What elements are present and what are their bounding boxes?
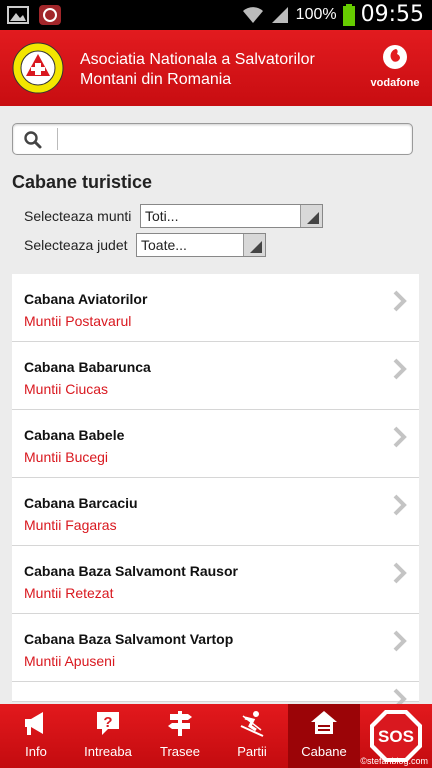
cabane-list: Cabana Aviatorilor Muntii Postavarul Cab… <box>12 274 419 710</box>
judet-select[interactable]: Toate... <box>136 233 266 257</box>
nav-label: Partii <box>237 744 267 759</box>
app-title: Asociatia Nationala a Salvatorilor Monta… <box>80 51 315 88</box>
svg-text:?: ? <box>103 714 112 731</box>
dropdown-arrow-icon <box>243 234 265 256</box>
item-subtitle: Muntii Apuseni <box>24 653 116 669</box>
search-box[interactable] <box>12 123 413 155</box>
search-divider <box>57 128 58 150</box>
question-icon: ? <box>97 712 119 735</box>
nav-trasee[interactable]: Trasee <box>144 704 216 768</box>
chevron-right-icon <box>393 494 407 516</box>
wifi-icon <box>242 6 263 23</box>
munti-select[interactable]: Toti... <box>140 204 323 228</box>
munti-select-value: Toti... <box>145 208 179 224</box>
chevron-right-icon <box>393 630 407 652</box>
chevron-right-icon <box>393 562 407 584</box>
nav-label: Cabane <box>301 744 347 759</box>
item-subtitle: Muntii Bucegi <box>24 449 109 465</box>
item-subtitle: Muntii Ciucas <box>24 381 109 397</box>
item-title: Cabana Babele <box>24 427 125 443</box>
skier-icon <box>240 711 264 737</box>
vodafone-icon <box>383 45 407 69</box>
item-subtitle: Muntii Retezat <box>24 585 114 601</box>
page-title: Cabane turistice <box>12 172 153 192</box>
item-title: Cabana Baza Salvamont Rausor <box>24 563 238 579</box>
judet-filter-label: Selecteaza judet <box>24 237 128 253</box>
battery-icon <box>342 3 355 26</box>
vodafone-logo: vodafone <box>370 44 420 89</box>
item-title: Cabana Baza Salvamont Vartop <box>24 631 234 647</box>
list-item[interactable]: Cabana Babele Muntii Bucegi <box>12 410 419 478</box>
list-item[interactable]: Cabana Baza Salvamont Rausor Muntii Rete… <box>12 546 419 614</box>
sos-label: SOS <box>378 727 414 746</box>
list-item[interactable]: Cabana Barcaciu Muntii Fagaras <box>12 478 419 546</box>
battery-percent: 100% <box>295 5 337 23</box>
nav-label: Info <box>25 744 47 759</box>
item-subtitle: Muntii Fagaras <box>24 517 117 533</box>
signal-icon <box>271 6 288 23</box>
munti-filter-label: Selecteaza munti <box>24 208 132 224</box>
gallery-icon <box>7 6 29 24</box>
item-title: Cabana Babarunca <box>24 359 151 375</box>
list-item[interactable]: Cabana Babarunca Muntii Ciucas <box>12 342 419 410</box>
signpost-icon <box>168 711 192 736</box>
app-header: Asociatia Nationala a Salvatorilor Monta… <box>0 30 432 106</box>
megaphone-icon <box>25 712 43 735</box>
item-subtitle: Muntii Postavarul <box>24 313 132 329</box>
item-title: Cabana Aviatorilor <box>24 291 148 307</box>
dropdown-arrow-icon <box>300 205 322 227</box>
chevron-right-icon <box>393 426 407 448</box>
status-bar: 100% 09:55 <box>0 0 432 30</box>
search-icon <box>24 131 42 149</box>
list-item[interactable]: Cabana Aviatorilor Muntii Postavarul <box>12 274 419 342</box>
list-item-partial[interactable] <box>12 682 419 710</box>
judet-select-value: Toate... <box>141 237 187 253</box>
nav-partii[interactable]: Partii <box>216 704 288 768</box>
notification-icon <box>39 5 61 25</box>
nav-label: Trasee <box>160 744 200 759</box>
nav-cabane[interactable]: Cabane <box>288 704 360 768</box>
item-title: Cabana Barcaciu <box>24 495 138 511</box>
bottom-nav: Info ? Intreaba Trasee Partii Cabane SOS… <box>0 704 432 768</box>
nav-info[interactable]: Info <box>0 704 72 768</box>
chevron-right-icon <box>393 290 407 312</box>
clock: 09:55 <box>360 2 424 27</box>
nav-intreaba[interactable]: ? Intreaba <box>72 704 144 768</box>
vodafone-text: vodafone <box>370 77 420 89</box>
salvamont-logo <box>12 42 64 94</box>
search-input[interactable] <box>61 127 406 151</box>
nav-label: Intreaba <box>84 744 132 759</box>
cabin-icon <box>311 711 337 734</box>
chevron-right-icon <box>393 358 407 380</box>
watermark: ©stefanblog.com <box>360 756 428 766</box>
list-item[interactable]: Cabana Baza Salvamont Vartop Muntii Apus… <box>12 614 419 682</box>
